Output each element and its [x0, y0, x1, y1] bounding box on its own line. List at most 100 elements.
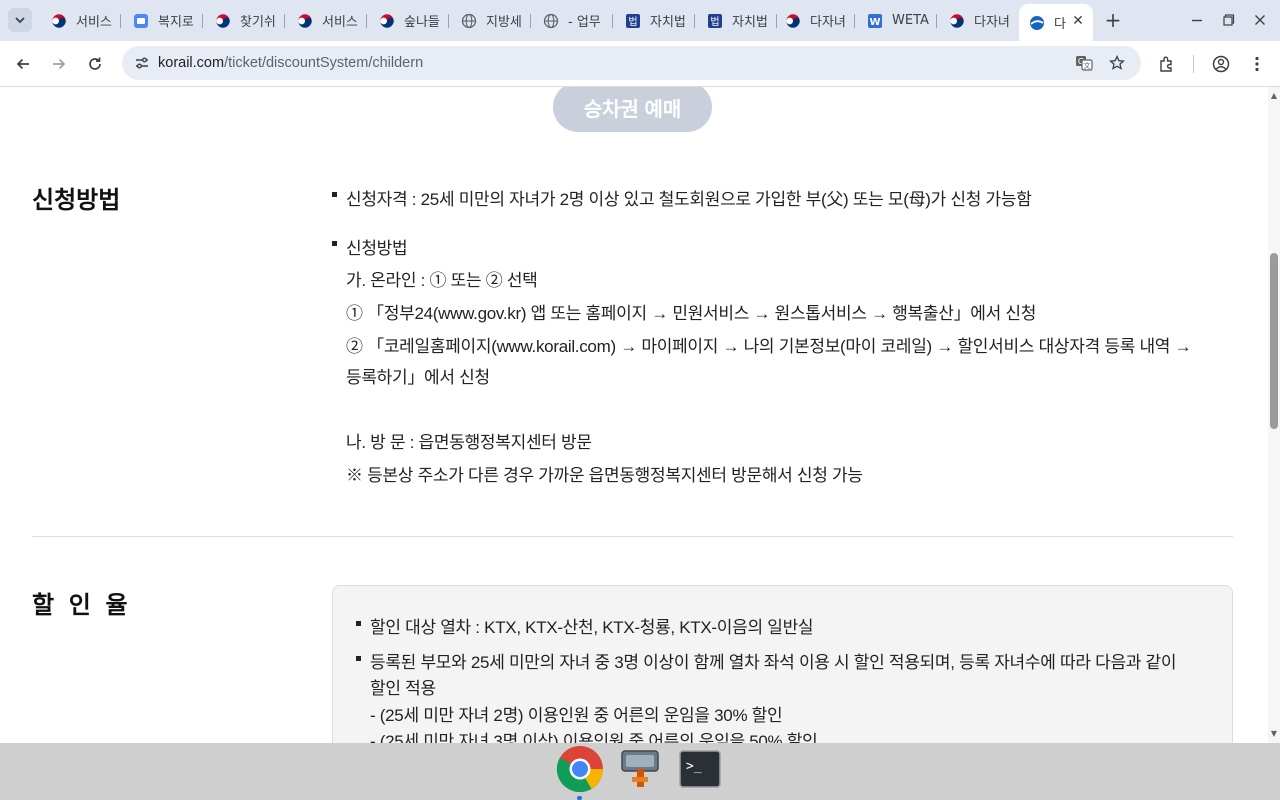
profile-icon[interactable]	[1207, 50, 1235, 78]
chevron-down-icon	[15, 17, 25, 24]
minimize-icon[interactable]	[1187, 10, 1207, 30]
discount-item: - (25세 미만 자녀 3명 이상) 이용인원 중 어른의 운임을 50% 할…	[370, 732, 818, 743]
tab-title: 다자녀	[810, 15, 846, 30]
extensions-icon[interactable]	[1153, 50, 1181, 78]
tab-separator	[694, 14, 695, 28]
method-heading: 신청방법	[346, 239, 408, 258]
svg-text:법: 법	[628, 16, 637, 28]
close-window-icon[interactable]	[1250, 10, 1270, 30]
tab-title: 복지로	[158, 15, 194, 30]
tab-strip: 서비스 복지로 찾기쉬 서비스 숲나들 지방세 - 업무 법 자치법 법 자치법 다자녀 W WETA 다자…	[0, 0, 1280, 41]
tab-title: 찾기쉬	[240, 15, 276, 30]
menu-kebab-icon[interactable]	[1243, 50, 1271, 78]
discount-item: - (25세 미만 자녀 2명) 이용인원 중 어른의 운임을 30% 할인	[370, 706, 783, 725]
tab-separator	[448, 14, 449, 28]
maximize-icon[interactable]	[1219, 10, 1239, 30]
bullet	[356, 621, 361, 626]
browser-toolbar: korail.com/ticket/discountSystem/childer…	[0, 41, 1280, 87]
law-icon: 법	[625, 13, 641, 29]
gov-taeguk-icon	[215, 13, 231, 29]
gov-taeguk-icon	[949, 13, 965, 29]
terminal-label: >_	[686, 759, 702, 774]
bokjiro-icon	[133, 13, 149, 29]
url-path: /ticket/discountSystem/childern	[224, 55, 424, 71]
chrome-icon[interactable]	[556, 745, 604, 793]
tab[interactable]: 서비스	[41, 6, 121, 35]
tab[interactable]: 다자녀	[775, 6, 855, 35]
tab-separator	[120, 14, 121, 28]
gov-taeguk-icon	[297, 13, 313, 29]
gov-taeguk-icon	[379, 13, 395, 29]
scroll-up-icon[interactable]: ▲	[1270, 91, 1278, 100]
active-app-indicator	[577, 796, 582, 800]
new-tab-button[interactable]: +	[1102, 8, 1124, 32]
section-title-discount: 할 인 율	[32, 592, 132, 619]
method-line: 나. 방 문 : 읍면동행정복지센터 방문	[346, 433, 592, 452]
tab-active[interactable]: 다 ✕	[1019, 4, 1093, 41]
terminal-icon[interactable]: >_	[676, 745, 724, 793]
tab[interactable]: 법 자치법	[697, 6, 777, 35]
toolbox-icon[interactable]	[616, 745, 664, 793]
tab-title: 다자녀	[974, 15, 1010, 30]
bullet	[332, 192, 337, 197]
tab-separator	[530, 14, 531, 28]
method-line: 등록하기」에서 신청	[346, 368, 490, 387]
section-title-apply: 신청방법	[32, 187, 121, 214]
tab[interactable]: 찾기쉬	[205, 6, 285, 35]
bookmark-star-icon[interactable]	[1105, 51, 1129, 75]
method-note: ※ 등본상 주소가 다른 경우 가까운 읍면동행정복지센터 방문해서 신청 가능	[346, 466, 863, 485]
tab[interactable]: 다자녀	[939, 6, 1019, 35]
tab[interactable]: - 업무	[533, 6, 613, 35]
tab-title: 숲나들	[404, 15, 440, 30]
method-line: ② 「코레일홈페이지(www.korail.com) → 마이페이지 → 나의 …	[346, 337, 1192, 356]
globe-icon	[543, 13, 559, 29]
tab-separator	[936, 14, 937, 28]
url-host: korail.com	[158, 55, 225, 71]
tab-title: - 업무	[568, 15, 601, 30]
tab-separator	[854, 14, 855, 28]
bullet	[332, 241, 337, 246]
discount-item: 할인 적용	[370, 679, 436, 698]
eligibility-text: 신청자격 : 25세 미만의 자녀가 2명 이상 있고 철도회원으로 가입한 부…	[346, 190, 1032, 209]
svg-text:文: 文	[1084, 61, 1091, 70]
vertical-scrollbar[interactable]: ▲ ▼	[1268, 87, 1280, 743]
gov-taeguk-icon	[51, 13, 67, 29]
tab[interactable]: 법 자치법	[615, 6, 695, 35]
tab-title: 지방세	[486, 15, 522, 30]
method-line: 가. 온라인 : ① 또는 ② 선택	[346, 271, 538, 290]
close-tab-icon[interactable]: ✕	[1069, 12, 1087, 30]
weta-icon: W	[867, 13, 883, 29]
scroll-down-icon[interactable]: ▼	[1270, 729, 1278, 738]
svg-text:법: 법	[710, 16, 719, 28]
tab[interactable]: W WETA	[857, 6, 937, 35]
tab-title: WETA	[892, 13, 929, 28]
section-divider	[32, 536, 1233, 537]
discount-item: 등록된 부모와 25세 미만의 자녀 중 3명 이상이 함께 열차 좌석 이용 …	[370, 653, 1177, 672]
toolbar-divider	[1193, 55, 1194, 73]
svg-text:W: W	[869, 17, 880, 28]
tab-title: 다	[1054, 17, 1066, 32]
gov-taeguk-icon	[785, 13, 801, 29]
discount-info-box: 할인 대상 열차 : KTX, KTX-산천, KTX-청룡, KTX-이음의 …	[332, 585, 1233, 743]
reload-icon[interactable]	[81, 50, 109, 78]
tab-title: 서비스	[76, 15, 112, 30]
tab[interactable]: 숲나들	[369, 6, 449, 35]
tab-title: 자치법	[732, 15, 768, 30]
tab[interactable]: 지방세	[451, 6, 531, 35]
tab-search-button[interactable]	[8, 8, 32, 32]
tab[interactable]: 서비스	[287, 6, 367, 35]
ticket-reserve-button[interactable]: 승차권 예매	[553, 87, 712, 132]
address-bar[interactable]: korail.com/ticket/discountSystem/childer…	[122, 46, 1141, 80]
discount-item: 할인 대상 열차 : KTX, KTX-산천, KTX-청룡, KTX-이음의 …	[370, 618, 814, 637]
globe-icon	[461, 13, 477, 29]
back-icon[interactable]	[9, 50, 37, 78]
tab[interactable]: 복지로	[123, 6, 203, 35]
page-content: 승차권 예매 신청방법 신청자격 : 25세 미만의 자녀가 2명 이상 있고 …	[0, 87, 1268, 743]
forward-icon[interactable]	[45, 50, 73, 78]
site-info-icon[interactable]	[130, 51, 154, 75]
tab-separator	[202, 14, 203, 28]
scroll-thumb[interactable]	[1270, 253, 1278, 429]
translate-icon[interactable]: G文	[1072, 51, 1096, 75]
taskbar: >_	[0, 743, 1280, 800]
tab-separator	[284, 14, 285, 28]
